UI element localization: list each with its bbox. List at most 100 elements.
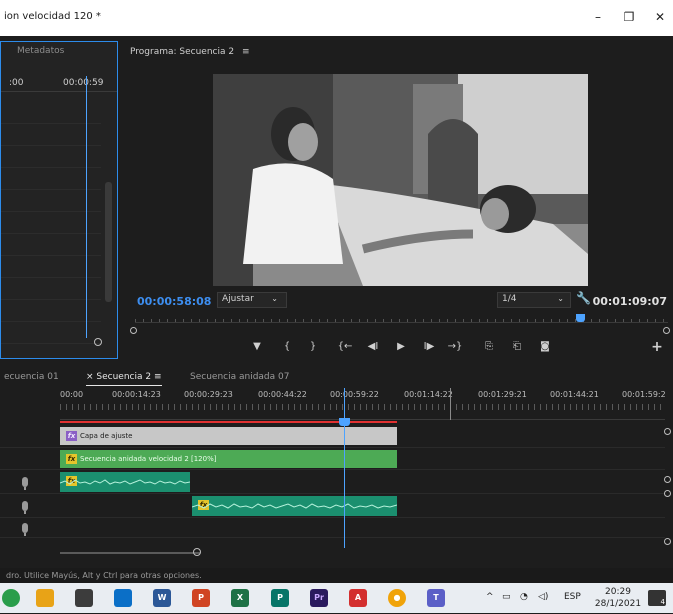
video-frame[interactable] xyxy=(213,74,588,286)
track-zoom-knob[interactable] xyxy=(664,428,671,435)
start-icon[interactable] xyxy=(2,589,20,607)
program-time-ruler[interactable] xyxy=(135,313,668,323)
timeline-scrollbar[interactable] xyxy=(60,548,665,558)
windows-taskbar: W P X P Pr A ● T ^ ▭ ◔ ◁) ESP 20:29 28/1… xyxy=(0,583,673,613)
transport-controls: ▼ { } {← ◀I ▶ I▶ →} ⎘ ⎗ ◙ + xyxy=(120,337,673,357)
metadata-playhead[interactable] xyxy=(86,76,87,338)
audio-clip[interactable]: fx xyxy=(192,496,397,516)
status-bar: dro. Utilice Mayús, Alt y Ctrl para otra… xyxy=(0,568,673,583)
program-zoom-knob-right[interactable] xyxy=(663,327,670,334)
mark-in-button[interactable]: { xyxy=(278,337,296,357)
audio-clip[interactable]: fx xyxy=(60,472,190,492)
metadata-scrollbar[interactable] xyxy=(105,182,112,302)
add-marker-button[interactable]: ▼ xyxy=(248,337,266,357)
chevron-down-icon: ⌄ xyxy=(271,294,278,303)
scroll-knob[interactable] xyxy=(193,548,201,556)
volume-icon[interactable]: ◁) xyxy=(538,592,548,602)
close-button[interactable]: ✕ xyxy=(648,6,672,28)
metadata-panel[interactable]: Metadatos :00 00:00:59 xyxy=(0,41,118,359)
export-frame-button[interactable]: ◙ xyxy=(536,337,554,357)
tab-secuencia-2[interactable]: × Secuencia 2 ≡ xyxy=(86,372,162,386)
store-icon[interactable] xyxy=(75,589,93,607)
excel-icon[interactable]: X xyxy=(231,589,249,607)
system-clock[interactable]: 20:29 28/1/2021 xyxy=(594,586,642,610)
maximize-button[interactable]: ❐ xyxy=(617,6,641,28)
timeline-tabs: ecuencia 01 × Secuencia 2 ≡ Secuencia an… xyxy=(0,366,673,386)
audio-track-3-header xyxy=(0,518,58,537)
resolution-dropdown-value: 1/4 xyxy=(502,294,517,304)
premiere-icon[interactable]: Pr xyxy=(310,589,328,607)
program-tab-menu-icon[interactable]: ≡ xyxy=(242,47,250,57)
video-track-adjustment[interactable]: fx Capa de ajuste xyxy=(0,424,665,448)
file-explorer-icon[interactable] xyxy=(36,589,54,607)
ruler-tick-label: 00:01:29:21 xyxy=(478,390,527,399)
play-button[interactable]: ▶ xyxy=(392,337,410,357)
publisher-icon[interactable]: P xyxy=(271,589,289,607)
fx-badge-icon: fx xyxy=(66,431,77,441)
minimize-button[interactable]: – xyxy=(586,6,610,28)
program-current-timecode[interactable]: 00:00:58:08 xyxy=(137,295,211,308)
video-track-nested[interactable]: fx Secuencia anidada velocidad 2 [120%] xyxy=(0,448,665,470)
tray-arrow-icon[interactable]: ^ xyxy=(486,592,494,602)
microphone-icon[interactable] xyxy=(22,501,28,514)
wrench-settings-icon[interactable]: 🔧 xyxy=(576,291,591,305)
notification-center-icon[interactable]: 4 xyxy=(648,590,666,606)
timeline-playhead-line[interactable] xyxy=(344,388,345,548)
ruler-tick-label: 00:01:44:21 xyxy=(550,390,599,399)
metadata-ruler[interactable]: :00 00:00:59 xyxy=(1,78,117,92)
ruler-tick-label: 00:00:29:23 xyxy=(184,390,233,399)
audio-track-1-header xyxy=(0,470,58,493)
ruler-tick-label: 00:00:44:22 xyxy=(258,390,307,399)
wifi-icon[interactable]: ◔ xyxy=(520,592,528,602)
program-duration-timecode: 00:01:09:07 xyxy=(592,295,667,308)
tab-secuencia-anidada-07[interactable]: Secuencia anidada 07 xyxy=(190,372,289,382)
track-zoom-knob[interactable] xyxy=(664,490,671,497)
fit-dropdown[interactable]: Ajustar ⌄ xyxy=(217,292,287,308)
language-indicator[interactable]: ESP xyxy=(564,592,581,602)
go-to-in-button[interactable]: {← xyxy=(336,337,354,357)
audio-waveform xyxy=(60,479,190,485)
mail-icon[interactable] xyxy=(114,589,132,607)
metadata-zoom-knob[interactable] xyxy=(94,338,102,346)
resolution-dropdown[interactable]: 1/4 ⌄ xyxy=(497,292,571,308)
step-forward-button[interactable]: I▶ xyxy=(420,337,438,357)
track-zoom-knob[interactable] xyxy=(664,538,671,545)
tab-secuencia-01[interactable]: ecuencia 01 xyxy=(4,372,59,382)
adjustment-layer-clip[interactable]: fx Capa de ajuste xyxy=(60,427,397,445)
window-title-bar: ion velocidad 120 * – ❐ ✕ xyxy=(0,0,673,36)
step-back-button[interactable]: ◀I xyxy=(364,337,382,357)
button-editor-button[interactable]: + xyxy=(648,337,666,357)
program-playhead[interactable] xyxy=(576,314,585,322)
nested-sequence-clip[interactable]: fx Secuencia anidada velocidad 2 [120%] xyxy=(60,450,397,468)
lift-button[interactable]: ⎘ xyxy=(480,337,498,357)
microphone-icon[interactable] xyxy=(22,523,28,536)
word-icon[interactable]: W xyxy=(153,589,171,607)
scroll-track[interactable] xyxy=(60,552,200,554)
audio-track-3[interactable] xyxy=(0,518,665,538)
acrobat-icon[interactable]: A xyxy=(349,589,367,607)
mark-out-button[interactable]: } xyxy=(304,337,322,357)
audio-track-2[interactable]: fx xyxy=(0,494,665,518)
battery-icon[interactable]: ▭ xyxy=(502,592,511,602)
program-tab-label: Programa: Secuencia 2 xyxy=(130,47,235,57)
metadata-tab[interactable]: Metadatos xyxy=(17,46,64,56)
fit-dropdown-value: Ajustar xyxy=(222,294,254,304)
extract-button[interactable]: ⎗ xyxy=(508,337,526,357)
go-to-out-button[interactable]: →} xyxy=(446,337,464,357)
track-zoom-knob[interactable] xyxy=(664,476,671,483)
premiere-workspace: Metadatos :00 00:00:59 Programa: Secuenc… xyxy=(0,36,673,583)
ruler-ticks xyxy=(60,404,665,410)
metadata-timecode-end: 00:00:59 xyxy=(63,78,104,88)
audio-track-1[interactable]: fx xyxy=(0,470,665,494)
program-zoom-knob-left[interactable] xyxy=(130,327,137,334)
teams-icon[interactable]: T xyxy=(427,589,445,607)
chrome-icon[interactable]: ● xyxy=(388,589,406,607)
powerpoint-icon[interactable]: P xyxy=(192,589,210,607)
ruler-tick-label: 00:00:59:22 xyxy=(330,390,379,399)
timeline-playhead[interactable] xyxy=(339,418,350,426)
clock-time: 20:29 xyxy=(605,587,631,597)
audio-waveform xyxy=(192,503,397,509)
timeline-ruler[interactable]: 00:00 00:00:14:23 00:00:29:23 00:00:44:2… xyxy=(60,388,666,420)
microphone-icon[interactable] xyxy=(22,477,28,490)
program-tab[interactable]: Programa: Secuencia 2 ≡ xyxy=(130,47,250,57)
